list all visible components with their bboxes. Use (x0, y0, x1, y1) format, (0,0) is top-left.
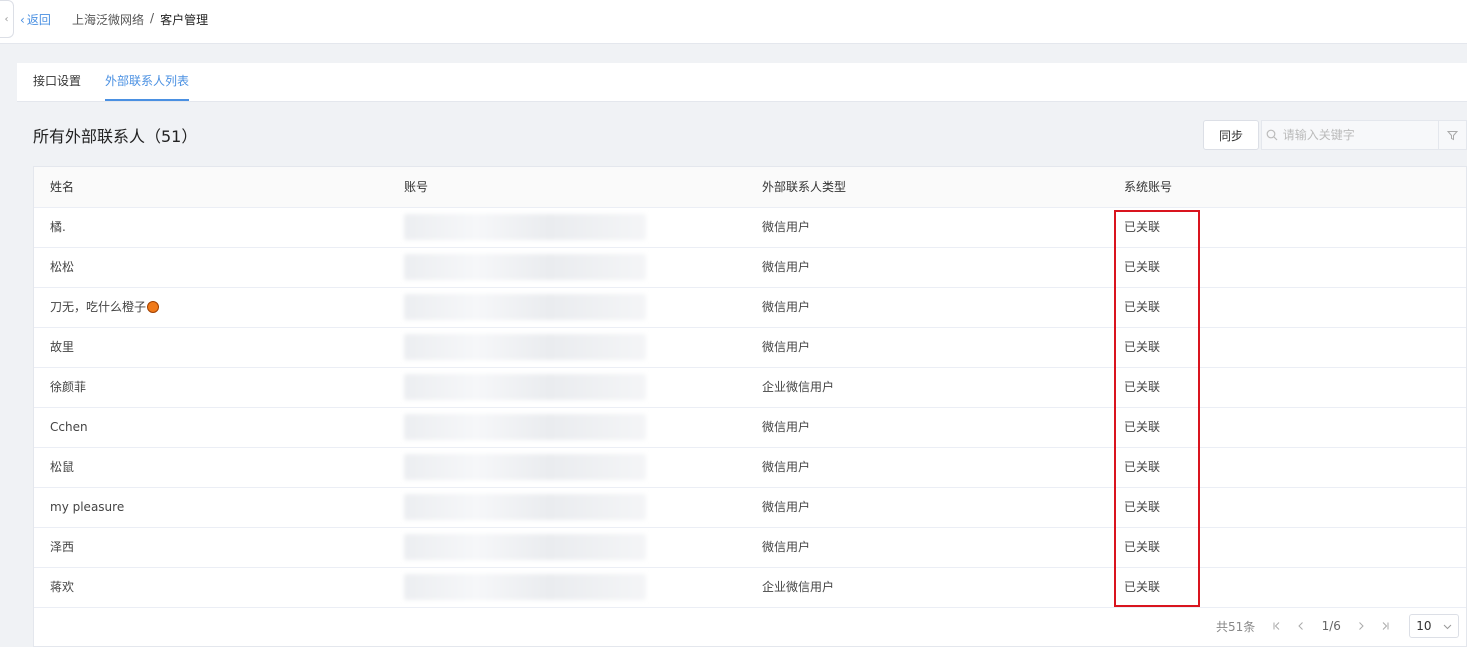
filter-icon[interactable] (1437, 121, 1466, 149)
contact-name-wrap: 刀无，吃什么橙子 (50, 288, 160, 327)
sync-button[interactable]: 同步 (1203, 120, 1259, 150)
chevron-left-icon: ‹ (20, 12, 25, 27)
column-header-system-account: 系统账号 (1124, 180, 1173, 194)
contact-type: 微信用户 (762, 500, 811, 514)
table-row[interactable]: 泽西 微信用户 已关联 (34, 528, 1466, 568)
contact-name: 刀无，吃什么橙子 (50, 300, 147, 314)
pagination-total: 共51条 (1216, 619, 1256, 634)
contact-name: 故里 (50, 340, 75, 354)
table-row[interactable]: 蒋欢 企业微信用户 已关联 (34, 568, 1466, 608)
contact-name: 徐颜菲 (50, 380, 87, 394)
table-row[interactable]: 故里 微信用户 已关联 (34, 328, 1466, 368)
contact-type: 微信用户 (762, 220, 811, 234)
system-account-status: 已关联 (1124, 260, 1161, 274)
system-account-status: 已关联 (1124, 500, 1161, 514)
prev-page-icon[interactable] (1289, 621, 1313, 631)
page-title: 所有外部联系人（51） (33, 127, 198, 146)
system-account-status: 已关联 (1124, 220, 1161, 234)
table-row[interactable]: 橘. 微信用户 已关联 (34, 208, 1466, 248)
table-header: 姓名 账号 外部联系人类型 系统账号 (34, 167, 1466, 208)
contact-name: my pleasure (50, 500, 125, 514)
contact-type: 微信用户 (762, 540, 811, 554)
table-row[interactable]: my pleasure 微信用户 已关联 (34, 488, 1466, 528)
column-header-account: 账号 (404, 180, 429, 194)
search-box (1261, 120, 1467, 150)
search-icon (1262, 129, 1283, 141)
next-page-icon[interactable] (1349, 621, 1373, 631)
contact-type: 微信用户 (762, 300, 811, 314)
contact-type: 微信用户 (762, 260, 811, 274)
system-account-status: 已关联 (1124, 340, 1161, 354)
breadcrumb-current: 客户管理 (160, 13, 209, 27)
contact-name: 橘. (50, 220, 66, 234)
contact-type: 企业微信用户 (762, 580, 835, 594)
top-bar: ‹ ‹ 返回 上海泛微网络 / 客户管理 (0, 0, 1467, 44)
tab-interface-settings[interactable]: 接口设置 (33, 63, 81, 101)
breadcrumb-company[interactable]: 上海泛微网络 (72, 11, 144, 28)
system-account-status: 已关联 (1124, 420, 1161, 434)
pagination-page: 1/6 (1321, 619, 1341, 633)
back-link[interactable]: ‹ 返回 (20, 11, 51, 28)
table-row[interactable]: Cchen 微信用户 已关联 (34, 408, 1466, 448)
tab-external-contacts[interactable]: 外部联系人列表 (105, 63, 190, 101)
search-input[interactable] (1282, 121, 1438, 149)
breadcrumb-separator: / (150, 11, 155, 25)
tangerine-emoji-icon (147, 300, 160, 313)
chevron-down-icon (1443, 619, 1452, 633)
contact-name: Cchen (50, 420, 88, 434)
page-size-value: 10 (1416, 619, 1432, 633)
table-row[interactable]: 刀无，吃什么橙子 微信用户 已关联 (34, 288, 1466, 328)
contact-name: 松松 (50, 260, 75, 274)
table-row[interactable]: 徐颜菲 企业微信用户 已关联 (34, 368, 1466, 408)
first-page-icon[interactable] (1265, 621, 1289, 631)
sidebar-toggle[interactable]: ‹ (0, 0, 14, 38)
table-row[interactable]: 松鼠 微信用户 已关联 (34, 448, 1466, 488)
last-page-icon[interactable] (1373, 621, 1397, 631)
tabs-bar: 接口设置 外部联系人列表 (17, 63, 1467, 102)
system-account-status: 已关联 (1124, 460, 1161, 474)
column-header-type: 外部联系人类型 (762, 180, 847, 194)
system-account-status: 已关联 (1124, 300, 1161, 314)
contact-type: 微信用户 (762, 460, 811, 474)
chevron-left-icon: ‹ (4, 13, 9, 25)
contact-name: 泽西 (50, 540, 75, 554)
system-account-status: 已关联 (1124, 580, 1161, 594)
page-size-select[interactable]: 10 (1409, 614, 1460, 638)
system-account-status: 已关联 (1124, 380, 1161, 394)
contact-type: 微信用户 (762, 340, 811, 354)
contacts-table: 姓名 账号 外部联系人类型 系统账号 橘. 微信用户 已关联 松松 微信用户 已… (33, 166, 1467, 647)
column-header-name: 姓名 (50, 180, 75, 194)
contact-type: 企业微信用户 (762, 380, 835, 394)
contact-type: 微信用户 (762, 420, 811, 434)
contact-name: 蒋欢 (50, 580, 75, 594)
table-row[interactable]: 松松 微信用户 已关联 (34, 248, 1466, 288)
system-account-status: 已关联 (1124, 540, 1161, 554)
account-blurred (404, 568, 646, 616)
breadcrumb: 上海泛微网络 / 客户管理 (72, 11, 208, 28)
back-label: 返回 (26, 13, 51, 27)
pagination: 共51条 1/6 10 (1216, 613, 1460, 639)
contact-name: 松鼠 (50, 460, 75, 474)
